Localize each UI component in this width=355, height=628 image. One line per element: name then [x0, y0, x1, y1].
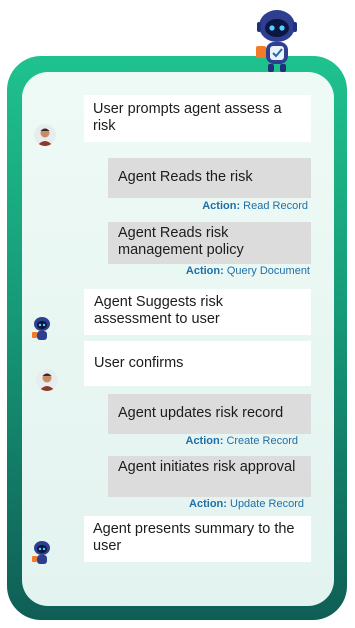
- message-bubble: Agent updates risk record: [108, 394, 311, 434]
- message-bubble: Agent Reads the risk: [108, 158, 311, 198]
- action-label: Action:: [185, 435, 224, 447]
- action-caption: Action: Read Record: [108, 200, 308, 212]
- message-text: Agent Reads the risk: [118, 169, 253, 185]
- robot-mascot-icon: [256, 10, 297, 72]
- action-label: Action:: [185, 265, 224, 277]
- message-text: Agent initiates risk approval: [118, 459, 296, 475]
- robot-avatar-icon: [32, 317, 50, 340]
- robot-avatar-icon: [32, 541, 50, 564]
- message-bubble: User confirms: [84, 341, 311, 386]
- message-bubble: Agent presents summary to the user: [84, 516, 311, 562]
- action-value: Create Record: [226, 435, 298, 447]
- user-avatar-icon: [36, 369, 58, 391]
- message-text: Agent updates risk record: [118, 405, 284, 421]
- message-text: User prompts agent assess a risk: [93, 101, 282, 134]
- action-caption: Action: Query Document: [108, 265, 310, 277]
- action-caption: Action: Create Record: [108, 435, 299, 447]
- user-avatar-icon: [34, 124, 56, 146]
- message-bubble: User prompts agent assess a risk: [84, 95, 311, 142]
- message-text: User confirms: [94, 355, 184, 371]
- message-text: Agent Reads risk management policy: [118, 225, 244, 258]
- action-value: Update Record: [230, 498, 304, 510]
- action-label: Action:: [189, 498, 227, 510]
- action-caption: Action: Update Record: [108, 498, 304, 510]
- message-bubble: Agent Suggests risk assessment to user: [84, 289, 311, 335]
- action-label: Action:: [202, 200, 241, 212]
- message-bubble: Agent Reads risk management policy: [108, 222, 311, 264]
- message-bubble: Agent initiates risk approval: [108, 456, 311, 497]
- message-text: Agent Suggests risk assessment to user: [94, 294, 223, 327]
- action-value: Query Document: [226, 265, 310, 277]
- action-value: Read Record: [243, 200, 308, 212]
- message-text: Agent presents summary to the user: [93, 521, 295, 554]
